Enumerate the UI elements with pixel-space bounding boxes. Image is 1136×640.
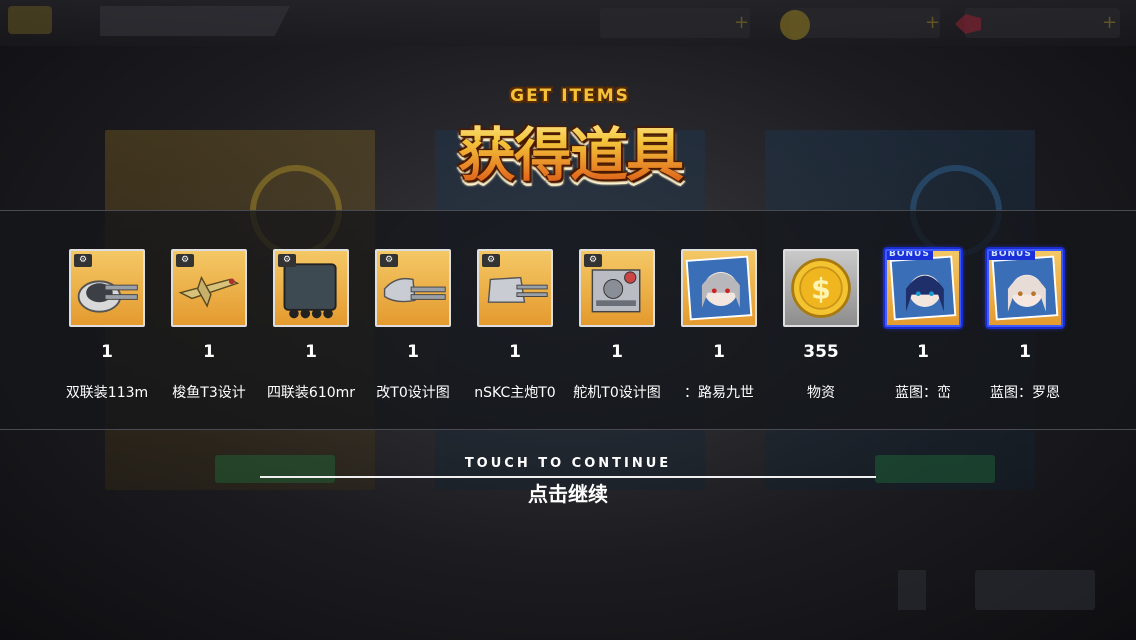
reward-item[interactable]: $ 355 物资 — [772, 248, 870, 408]
reward-item[interactable]: ⚙ 1 改T0设计图 — [364, 248, 462, 408]
background-page-title — [100, 6, 290, 36]
item-count: 1 — [305, 342, 317, 362]
bonus-badge: BONUS — [989, 251, 1035, 260]
title-english: GET ITEMS — [510, 86, 630, 106]
item-frame: BONUS — [987, 249, 1063, 327]
item-count: 1 — [101, 342, 113, 362]
item-name: 蓝图：峦 — [895, 385, 951, 401]
item-count: 1 — [611, 342, 623, 362]
equipment-tag-icon: ⚙ — [482, 254, 500, 267]
item-frame: ⚙ — [273, 249, 349, 327]
background-resource-slot — [965, 8, 1120, 38]
item-frame: ⚙ — [69, 249, 145, 327]
coin-icon: $ — [791, 258, 851, 318]
item-name: 物资 — [807, 385, 835, 401]
item-count: 355 — [803, 342, 839, 362]
touch-to-continue-label-cn[interactable]: 点击继续 — [260, 478, 876, 507]
reward-item[interactable]: ⚙ 1 双联装113m — [58, 248, 156, 408]
blueprint-character-icon — [685, 255, 753, 321]
background-button — [875, 455, 995, 483]
background-plus-icon: + — [925, 12, 941, 33]
equipment-tag-icon: ⚙ — [278, 254, 296, 267]
background-plus-icon: + — [734, 12, 750, 33]
equipment-tag-icon: ⚙ — [380, 254, 398, 267]
svg-text:$: $ — [811, 272, 831, 305]
background-resource-slot — [600, 8, 750, 38]
background-button — [975, 570, 1095, 610]
reward-item[interactable]: BONUS 1 蓝图：峦 — [874, 248, 972, 408]
item-frame — [681, 249, 757, 327]
background-resource-slot — [790, 8, 940, 38]
reward-item[interactable]: ⚙ 1 四联装610mr — [262, 248, 360, 408]
blueprint-character-icon — [991, 255, 1059, 321]
item-count: 1 — [203, 342, 215, 362]
background-button — [898, 570, 926, 610]
item-count: 1 — [407, 342, 419, 362]
blueprint-character-icon — [889, 255, 957, 321]
item-name: ：路易九世 — [684, 385, 754, 401]
item-frame: ⚙ — [375, 249, 451, 327]
equipment-tag-icon: ⚙ — [584, 254, 602, 267]
item-name: 舵机T0设计图 — [573, 385, 661, 401]
equipment-tag-icon: ⚙ — [176, 254, 194, 267]
item-frame: ⚙ — [477, 249, 553, 327]
reward-item[interactable]: ⚙ 1 舵机T0设计图 — [568, 248, 666, 408]
reward-item[interactable]: 1 ：路易九世 — [670, 248, 768, 408]
item-frame: BONUS — [885, 249, 961, 327]
item-count: 1 — [917, 342, 929, 362]
item-frame: ⚙ — [171, 249, 247, 327]
item-frame: $ — [783, 249, 859, 327]
item-name: 四联装610mr — [266, 385, 356, 401]
reward-item[interactable]: ⚙ 1 梭鱼T3设计 — [160, 248, 258, 408]
item-name: 梭鱼T3设计 — [172, 385, 246, 401]
touch-to-continue-label[interactable]: TOUCH TO CONTINUE — [260, 456, 876, 471]
item-name: 双联装113m — [65, 385, 149, 401]
item-frame: ⚙ — [579, 249, 655, 327]
reward-list: ⚙ 1 双联装113m ⚙ 1 梭鱼T3设计 ⚙ 1 四联装610mr ⚙ 1 … — [58, 248, 1088, 418]
item-name: 改T0设计图 — [376, 385, 450, 401]
reward-item[interactable]: BONUS 1 蓝图：罗恩 — [976, 248, 1074, 408]
bonus-badge: BONUS — [887, 251, 933, 260]
back-button-dimmed — [8, 6, 52, 34]
equipment-tag-icon: ⚙ — [74, 254, 92, 267]
reward-item[interactable]: ⚙ 1 nSKC主炮T0 — [466, 248, 564, 408]
item-count: 1 — [509, 342, 521, 362]
background-plus-icon: + — [1102, 12, 1118, 33]
item-name: 蓝图：罗恩 — [990, 385, 1060, 401]
title-chinese: 获得道具 — [430, 108, 710, 192]
item-name: nSKC主炮T0 — [474, 385, 556, 401]
item-count: 1 — [713, 342, 725, 362]
get-items-title: GET ITEMS 获得道具 — [430, 86, 710, 196]
item-count: 1 — [1019, 342, 1031, 362]
background-coin-icon — [780, 10, 810, 40]
